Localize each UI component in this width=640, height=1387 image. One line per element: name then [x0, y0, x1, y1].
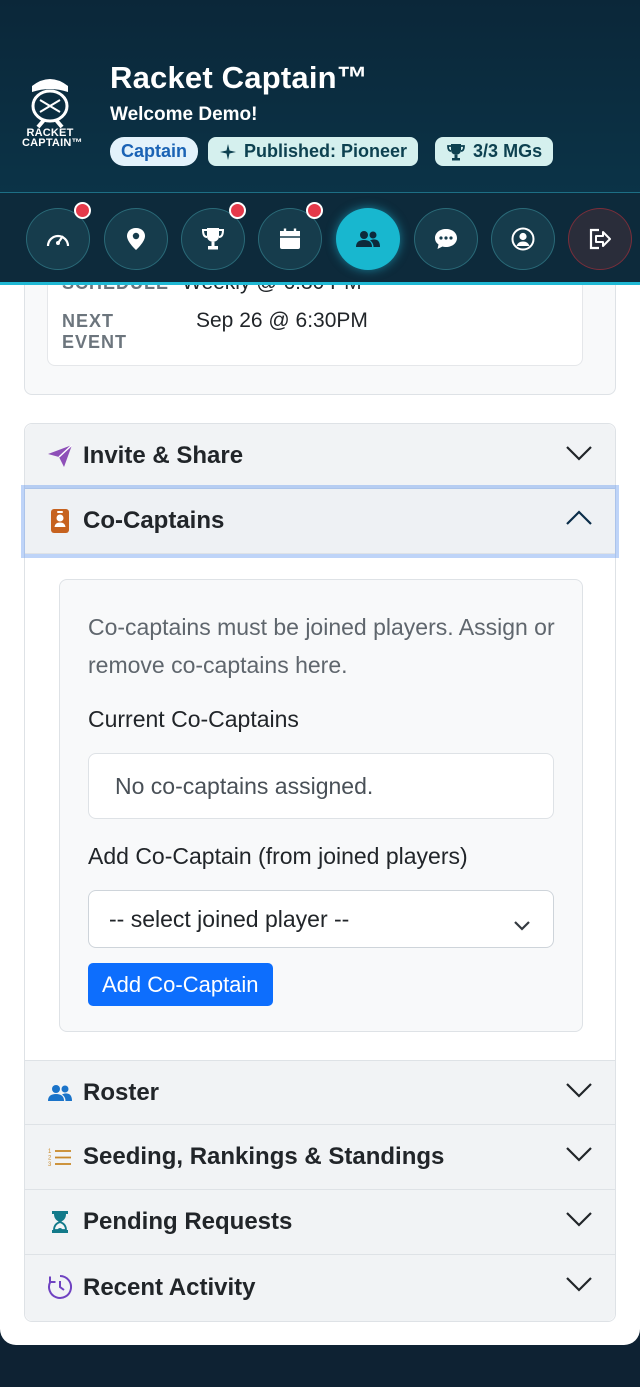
accordion-co-captains[interactable]: Co-Captains [25, 489, 615, 554]
schedule-row: SCHEDULE Weekly @ 6:30 PM [62, 285, 362, 295]
welcome-text: Welcome Demo! [110, 104, 258, 125]
add-co-captain-label: Add Co-Captain (from joined players) [88, 843, 468, 869]
team-accordion: Invite & Share Co-Captains Co-captains m… [24, 423, 616, 1322]
accordion-roster[interactable]: Roster [25, 1060, 615, 1125]
nav-team-button[interactable] [336, 208, 400, 270]
add-co-captain-button[interactable]: Add Co-Captain [88, 963, 273, 1006]
co-captains-description: Co-captains must be joined players. Assi… [88, 614, 555, 678]
location-pin-icon [127, 228, 145, 250]
chevron-down-icon [513, 911, 531, 938]
team-summary-section: SCHEDULE Weekly @ 6:30 PM NEXT EVENT Sep… [24, 285, 616, 395]
co-captains-panel: Co-captains must be joined players. Assi… [59, 579, 583, 1032]
notification-dot [229, 202, 246, 219]
accordion-seeding-label: Seeding, Rankings & Standings [83, 1143, 445, 1170]
logo-icon [31, 79, 69, 129]
logout-icon [589, 228, 611, 250]
nav-calendar-button[interactable] [258, 202, 323, 270]
header-badges: Captain Published: Pioneer 3/3 MGs [110, 137, 554, 166]
chevron-down-icon [565, 1275, 593, 1298]
nav-locations-button[interactable] [104, 208, 168, 270]
next-event-row: NEXT EVENT Sep 26 @ 6:30PM [62, 309, 368, 353]
chevron-up-icon [565, 509, 593, 532]
chevron-down-icon [565, 444, 593, 467]
published-badge-label: Published: Pioneer [244, 141, 408, 161]
joined-player-select-value: -- select joined player -- [109, 905, 350, 932]
schedule-value: Weekly @ 6:30 PM [182, 285, 362, 295]
nav-logout-button[interactable] [568, 208, 632, 270]
numbered-list-icon: 123 [47, 1144, 73, 1170]
calendar-icon [280, 228, 300, 249]
paper-plane-icon [47, 443, 73, 469]
racket-captain-logo: RACKET CAPTAIN™ [22, 72, 83, 152]
app-header: RACKET CAPTAIN™ Racket Captain™ Welcome … [0, 0, 640, 192]
next-event-label: NEXT EVENT [62, 311, 128, 352]
next-event-value: Sep 26 @ 6:30PM [196, 309, 368, 332]
notification-dot [74, 202, 91, 219]
team-summary-card: SCHEDULE Weekly @ 6:30 PM NEXT EVENT Sep… [47, 285, 583, 366]
users-icon [47, 1080, 73, 1106]
chevron-down-icon [565, 1145, 593, 1168]
main-nav [0, 192, 640, 285]
nav-dashboard-button[interactable] [26, 202, 91, 270]
published-badge: Published: Pioneer [208, 137, 419, 166]
accordion-activity-label: Recent Activity [83, 1274, 256, 1301]
nav-leagues-button[interactable] [181, 202, 246, 270]
accordion-recent-activity[interactable]: Recent Activity [25, 1255, 615, 1321]
accordion-roster-label: Roster [83, 1078, 160, 1106]
svg-text:1: 1 [48, 1149, 52, 1155]
trophy-icon [201, 228, 225, 250]
logo-text-line2: CAPTAIN™ [22, 137, 83, 149]
main-content: SCHEDULE Weekly @ 6:30 PM NEXT EVENT Sep… [0, 285, 640, 1345]
nav-chat-button[interactable] [414, 208, 478, 270]
chevron-down-icon [565, 1081, 593, 1104]
accordion-invite-share[interactable]: Invite & Share [25, 424, 615, 489]
accordion-co-captains-label: Co-Captains [83, 507, 225, 534]
chevron-down-icon [565, 1210, 593, 1233]
profile-icon [511, 227, 535, 251]
accordion-pending-requests[interactable]: Pending Requests [25, 1190, 615, 1255]
current-co-captains-label: Current Co-Captains [88, 706, 299, 732]
role-badge: Captain [110, 137, 199, 166]
notification-dot [306, 202, 323, 219]
team-users-icon [356, 231, 380, 247]
schedule-label: SCHEDULE [62, 285, 182, 294]
sparkle-icon [220, 143, 237, 160]
co-captains-empty-text: No co-captains assigned. [115, 772, 374, 799]
joined-player-select[interactable]: -- select joined player -- [88, 890, 554, 948]
co-captains-empty-state: No co-captains assigned. [88, 753, 554, 819]
trophy-small-icon [447, 143, 465, 160]
accordion-pending-label: Pending Requests [83, 1208, 293, 1235]
chat-bubble-icon [435, 229, 457, 249]
accordion-seeding-rankings[interactable]: 123 Seeding, Rankings & Standings [25, 1125, 615, 1190]
app-title: Racket Captain™ [110, 60, 368, 95]
svg-text:2: 2 [48, 1156, 52, 1162]
mgs-badge-label: 3/3 MGs [473, 141, 543, 161]
id-badge-icon [47, 508, 73, 534]
svg-text:3: 3 [48, 1162, 52, 1167]
nav-profile-button[interactable] [491, 208, 555, 270]
mgs-badge: 3/3 MGs [435, 137, 554, 166]
clock-history-icon [47, 1274, 73, 1300]
accordion-invite-label: Invite & Share [83, 442, 244, 469]
dashboard-gauge-icon [46, 234, 70, 247]
hourglass-icon [47, 1209, 73, 1235]
